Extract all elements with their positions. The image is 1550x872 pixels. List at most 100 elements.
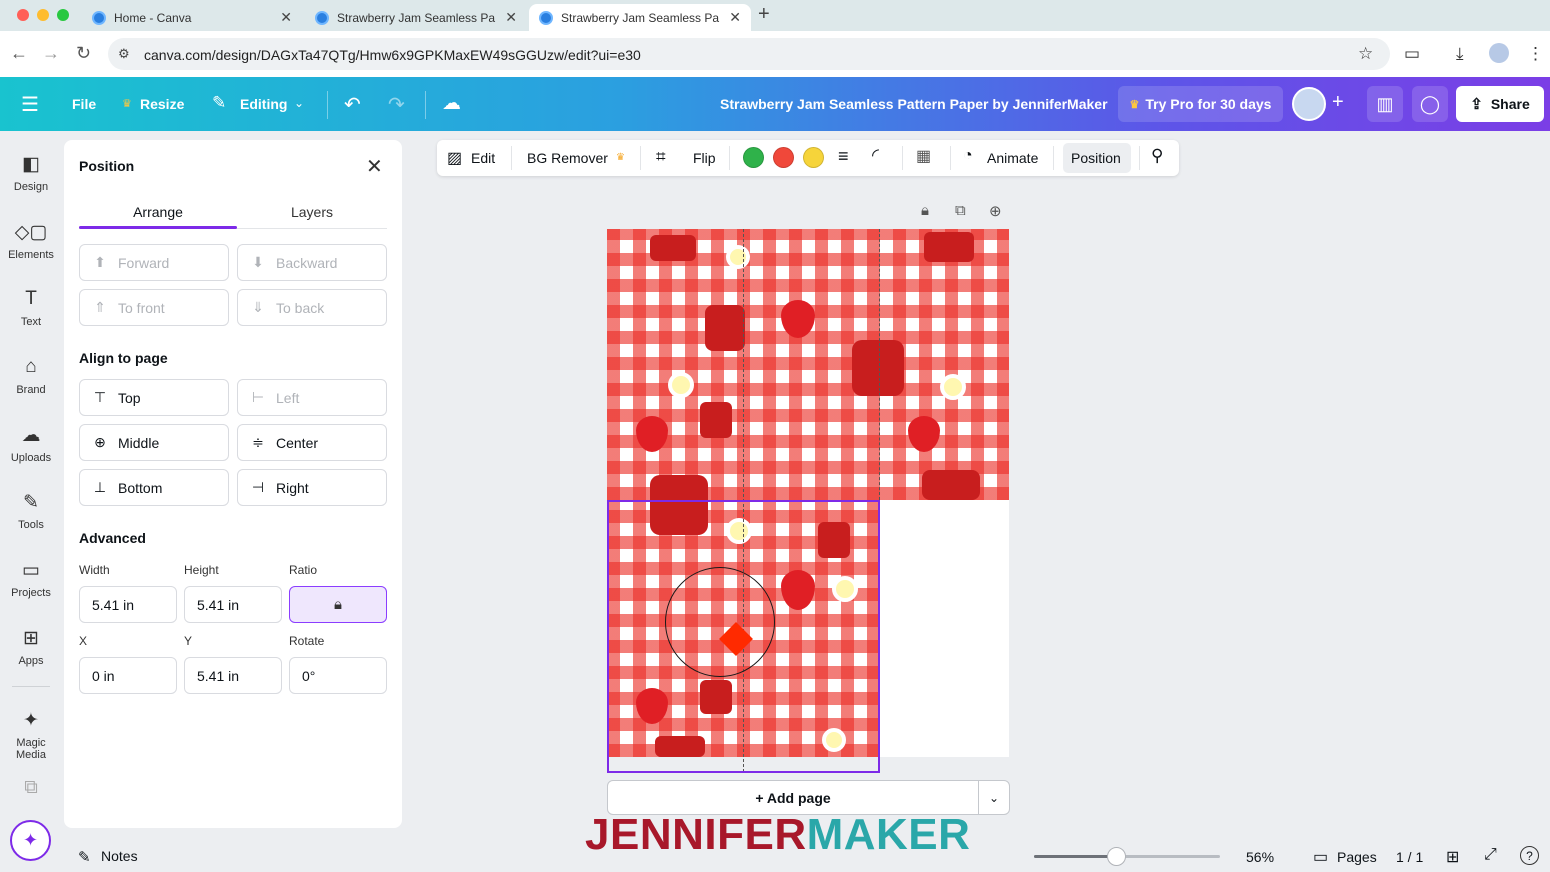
- canva-assistant-button[interactable]: ✦: [10, 820, 51, 861]
- browser-tab-home[interactable]: Home - Canva ✕: [82, 4, 302, 31]
- minimize-window-button[interactable]: [37, 9, 49, 21]
- address-bar-row: ← → ↻ ⚙ canva.com/design/DAGxTa47QTg/Hmw…: [0, 31, 1550, 77]
- forward-button[interactable]: ⬆ Forward: [79, 244, 229, 281]
- user-avatar[interactable]: [1292, 87, 1326, 121]
- edit-button[interactable]: Edit: [471, 150, 495, 166]
- animate-button[interactable]: Animate: [987, 150, 1038, 166]
- cloud-saved-icon[interactable]: ☁: [442, 92, 461, 115]
- undo-icon[interactable]: ↶: [344, 92, 361, 117]
- sidebar-item-brand[interactable]: ⌂ Brand: [0, 356, 62, 396]
- notes-button[interactable]: Notes: [101, 848, 138, 864]
- add-collaborator-icon[interactable]: +: [1332, 91, 1344, 114]
- sidebar-item-tools[interactable]: ✎ Tools: [0, 491, 62, 531]
- tools-icon: ✎: [23, 492, 39, 513]
- browser-tab-design-2[interactable]: Strawberry Jam Seamless Pa ✕: [529, 4, 751, 31]
- lock-page-icon[interactable]: 🔒︎: [921, 202, 929, 219]
- crop-icon[interactable]: ⌗: [656, 147, 666, 167]
- to-back-button[interactable]: ⇓ To back: [237, 289, 387, 326]
- color-swatch-yellow[interactable]: [803, 147, 824, 168]
- back-arrow-icon[interactable]: ←: [10, 43, 28, 64]
- help-icon[interactable]: ?: [1520, 846, 1539, 865]
- edit-image-icon: ▨: [447, 150, 463, 167]
- sidebar-item-design[interactable]: ◧ Design: [0, 153, 62, 193]
- align-bottom-button[interactable]: ⊥ Bottom: [79, 469, 229, 506]
- pattern-tile-top[interactable]: [607, 229, 1009, 500]
- chevron-down-icon[interactable]: ⌄: [294, 96, 304, 110]
- close-tab-icon[interactable]: ✕: [729, 9, 741, 26]
- sidebar-item-apps[interactable]: ⊞ Apps: [0, 627, 62, 667]
- sidebar-item-magic-media[interactable]: ✦ Magic Media: [0, 709, 62, 761]
- rotate-field[interactable]: 0°: [289, 657, 387, 694]
- editing-mode-button[interactable]: Editing: [240, 96, 287, 112]
- sidebar-item-projects[interactable]: ▭ Projects: [0, 559, 62, 599]
- try-pro-button[interactable]: ♛ Try Pro for 30 days: [1118, 86, 1283, 122]
- transparency-icon[interactable]: ▦: [916, 146, 931, 166]
- zoom-slider-knob[interactable]: [1107, 847, 1126, 866]
- sidebar-item-uploads[interactable]: ☁ Uploads: [0, 424, 62, 464]
- bookmark-star-icon[interactable]: ☆: [1358, 44, 1373, 64]
- sidebar-item-elements[interactable]: ◇▢ Elements: [0, 221, 62, 261]
- align-left-button[interactable]: ⊢ Left: [237, 379, 387, 416]
- y-field[interactable]: 5.41 in: [184, 657, 282, 694]
- design-title[interactable]: Strawberry Jam Seamless Pattern Paper by…: [720, 96, 1108, 112]
- reload-icon[interactable]: ↻: [76, 43, 91, 64]
- site-settings-icon[interactable]: ⚙: [118, 46, 130, 62]
- border-style-icon[interactable]: ≡: [838, 146, 849, 167]
- jam-jar-image: [705, 305, 745, 351]
- bg-remover-button[interactable]: BG Remover: [527, 150, 608, 166]
- backward-button[interactable]: ⬇ Backward: [237, 244, 387, 281]
- close-window-button[interactable]: [17, 9, 29, 21]
- cast-icon[interactable]: ▭: [1404, 44, 1420, 64]
- pages-button[interactable]: Pages: [1337, 849, 1377, 865]
- align-top-button[interactable]: ⊤ Top: [79, 379, 229, 416]
- sidebar-item-text[interactable]: T Text: [0, 288, 62, 328]
- fullscreen-icon[interactable]: ⤢: [1484, 846, 1497, 864]
- add-page-dropdown[interactable]: ⌄: [978, 781, 1009, 814]
- align-middle-icon: ⊕: [94, 434, 106, 450]
- height-field[interactable]: 5.41 in: [184, 586, 282, 623]
- tab-layers[interactable]: Layers: [233, 204, 391, 220]
- close-tab-icon[interactable]: ✕: [280, 9, 292, 26]
- duplicate-page-icon[interactable]: ⧉: [955, 202, 966, 219]
- insights-chart-icon[interactable]: ▥: [1367, 86, 1403, 122]
- width-field[interactable]: 5.41 in: [79, 586, 177, 623]
- redo-icon[interactable]: ↷: [388, 92, 405, 117]
- copy-style-paint-roller-icon[interactable]: ⚲: [1151, 146, 1163, 166]
- position-button[interactable]: Position: [1071, 150, 1121, 166]
- forward-arrow-icon[interactable]: →: [42, 43, 60, 64]
- grid-view-icon[interactable]: ⊞: [1446, 847, 1459, 867]
- ratio-lock-button[interactable]: 🔒︎: [289, 586, 387, 623]
- color-swatch-red[interactable]: [773, 147, 794, 168]
- toolbar-divider: [1139, 146, 1140, 170]
- tab-arrange[interactable]: Arrange: [79, 204, 237, 220]
- flip-button[interactable]: Flip: [693, 150, 716, 166]
- zoom-percent[interactable]: 56%: [1246, 849, 1274, 865]
- sparkle-icon: ✦: [22, 830, 39, 850]
- align-right-button[interactable]: ⊣ Right: [237, 469, 387, 506]
- add-page-icon[interactable]: ⊕: [989, 202, 1002, 220]
- close-panel-icon[interactable]: ✕: [366, 154, 383, 179]
- comment-icon[interactable]: ◯: [1412, 86, 1448, 122]
- maximize-window-button[interactable]: [57, 9, 69, 21]
- x-field[interactable]: 0 in: [79, 657, 177, 694]
- jam-jar-image: [650, 235, 696, 261]
- close-tab-icon[interactable]: ✕: [505, 9, 517, 26]
- resize-button[interactable]: Resize: [140, 96, 184, 112]
- main-menu-icon[interactable]: ☰: [21, 92, 39, 117]
- share-button[interactable]: ⇪ Share: [1456, 86, 1544, 122]
- color-swatch-green[interactable]: [743, 147, 764, 168]
- browser-menu-icon[interactable]: ⋮: [1527, 44, 1544, 64]
- corner-rounding-icon[interactable]: ◜: [872, 145, 879, 166]
- profile-avatar-icon[interactable]: [1489, 43, 1509, 63]
- uploads-icon: ☁: [21, 425, 41, 446]
- browser-tab-design-1[interactable]: Strawberry Jam Seamless Pa ✕: [305, 4, 527, 31]
- url-text[interactable]: canva.com/design/DAGxTa47QTg/Hmw6x9GPKMa…: [144, 47, 641, 63]
- new-tab-button[interactable]: +: [758, 3, 770, 26]
- to-front-button[interactable]: ⇑ To front: [79, 289, 229, 326]
- align-middle-button[interactable]: ⊕ Middle: [79, 424, 229, 461]
- align-center-button[interactable]: ≑ Center: [237, 424, 387, 461]
- sidebar-item-more[interactable]: ⧉: [0, 777, 62, 801]
- download-icon[interactable]: ⤓: [1456, 44, 1464, 64]
- file-menu[interactable]: File: [72, 96, 96, 112]
- left-sidebar: ◧ Design ◇▢ Elements T Text ⌂ Brand ☁ Up…: [0, 131, 62, 872]
